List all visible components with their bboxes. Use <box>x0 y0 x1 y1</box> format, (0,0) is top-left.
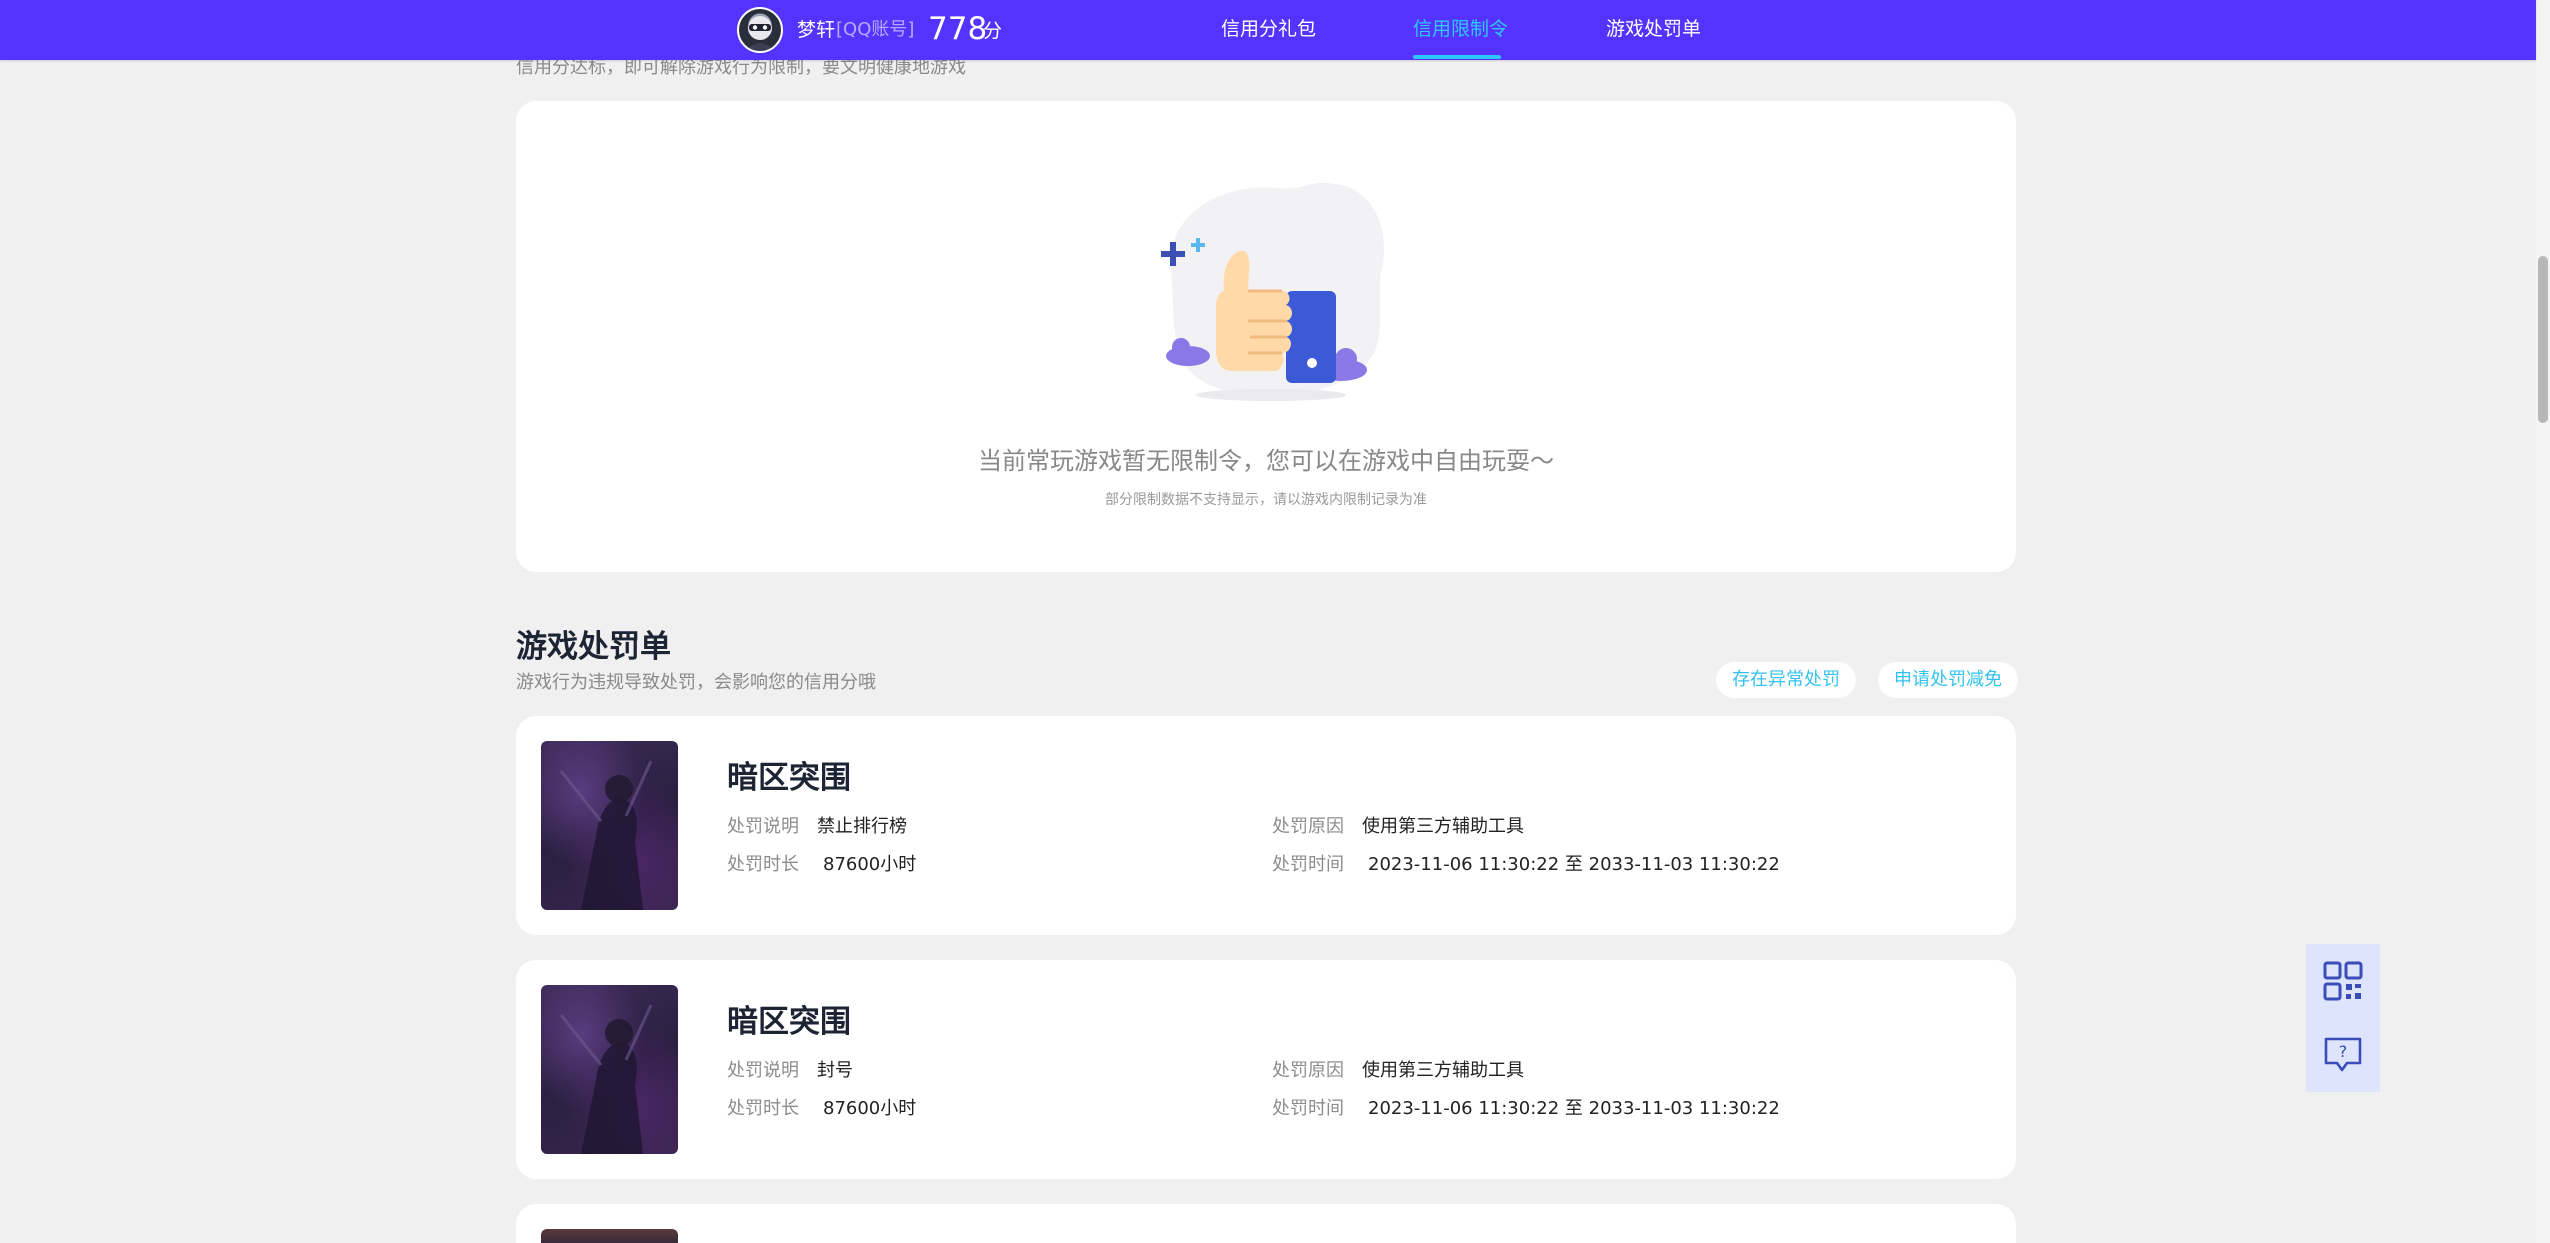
penalty-reason-value: 使用第三方辅助工具 <box>1362 816 1524 837</box>
penalty-duration-value: 87600小时 <box>823 854 917 875</box>
game-title: 暗区突围 <box>727 760 851 796</box>
help-chat-button[interactable]: ? <box>2306 1018 2380 1092</box>
active-tab-indicator <box>1413 55 1501 59</box>
penalty-reason-value: 使用第三方辅助工具 <box>1362 1060 1524 1081</box>
penalty-reason-label: 处罚原因 <box>1272 1060 1344 1081</box>
user-avatar[interactable] <box>737 7 783 53</box>
penalty-section-title: 游戏处罚单 <box>516 629 671 665</box>
penalty-description-label: 处罚说明 <box>727 1060 799 1081</box>
game-character-icon <box>559 1004 653 1154</box>
penalty-section-subtitle: 游戏行为违规导致处罚，会影响您的信用分哦 <box>516 672 876 693</box>
user-name: 梦轩 <box>797 19 836 41</box>
penalty-card[interactable]: 暗区突围 处罚说明 封号 处罚时长 87600小时 处罚原因 使用第三方辅助工具… <box>516 960 2016 1179</box>
penalty-duration-value: 87600小时 <box>823 1098 917 1119</box>
page-scrollbar-thumb[interactable] <box>2538 256 2548 423</box>
qr-code-button[interactable] <box>2306 944 2380 1018</box>
game-cover-image <box>541 985 678 1154</box>
svg-text:?: ? <box>2339 1042 2348 1061</box>
tab-game-penalty[interactable]: 游戏处罚单 <box>1606 16 1701 42</box>
qr-code-icon <box>2323 961 2363 1001</box>
game-cover-image <box>541 1229 678 1243</box>
abnormal-penalty-button[interactable]: 存在异常处罚 <box>1716 662 1856 698</box>
help-chat-icon: ? <box>2324 1037 2362 1072</box>
page-scrollbar-track[interactable] <box>2536 0 2550 1243</box>
penalty-reason-label: 处罚原因 <box>1272 816 1344 837</box>
penalty-description-value: 封号 <box>817 1060 853 1081</box>
game-character-icon <box>559 760 653 910</box>
game-cover-image <box>541 741 678 910</box>
avatar-character-icon <box>745 16 775 51</box>
penalty-card[interactable]: 暗区突围 处罚说明 禁止排行榜 处罚时长 87600小时 处罚原因 使用第三方辅… <box>516 716 2016 935</box>
restriction-empty-card: 当前常玩游戏暂无限制令，您可以在游戏中自由玩耍～ 部分限制数据不支持显示，请以游… <box>516 101 2016 572</box>
credit-score-unit: 分 <box>983 20 1003 42</box>
penalty-time-value: 2023-11-06 11:30:22 至 2033-11-03 11:30:2… <box>1368 854 1780 875</box>
tab-credit-restriction[interactable]: 信用限制令 <box>1413 16 1508 42</box>
penalty-card[interactable] <box>516 1204 2016 1243</box>
penalty-description-label: 处罚说明 <box>727 816 799 837</box>
penalty-duration-label: 处罚时长 <box>727 1098 799 1119</box>
penalty-appeal-button[interactable]: 申请处罚减免 <box>1878 662 2018 698</box>
penalty-time-label: 处罚时间 <box>1272 854 1344 875</box>
empty-state-note: 部分限制数据不支持显示，请以游戏内限制记录为准 <box>1105 492 1427 508</box>
credit-score: 778 <box>928 11 988 47</box>
penalty-time-label: 处罚时间 <box>1272 1098 1344 1119</box>
tab-credit-gift[interactable]: 信用分礼包 <box>1221 16 1316 42</box>
game-title: 暗区突围 <box>727 1004 851 1040</box>
empty-state-title: 当前常玩游戏暂无限制令，您可以在游戏中自由玩耍～ <box>978 447 1554 475</box>
account-type: [QQ账号] <box>836 19 915 40</box>
penalty-description-value: 禁止排行榜 <box>817 816 907 837</box>
top-nav-bar: 梦轩 [QQ账号] 778 分 信用分礼包 信用限制令 游戏处罚单 <box>0 0 2536 60</box>
penalty-time-value: 2023-11-06 11:30:22 至 2033-11-03 11:30:2… <box>1368 1098 1780 1119</box>
penalty-duration-label: 处罚时长 <box>727 854 799 875</box>
thumbs-up-illustration-icon <box>1161 182 1385 401</box>
